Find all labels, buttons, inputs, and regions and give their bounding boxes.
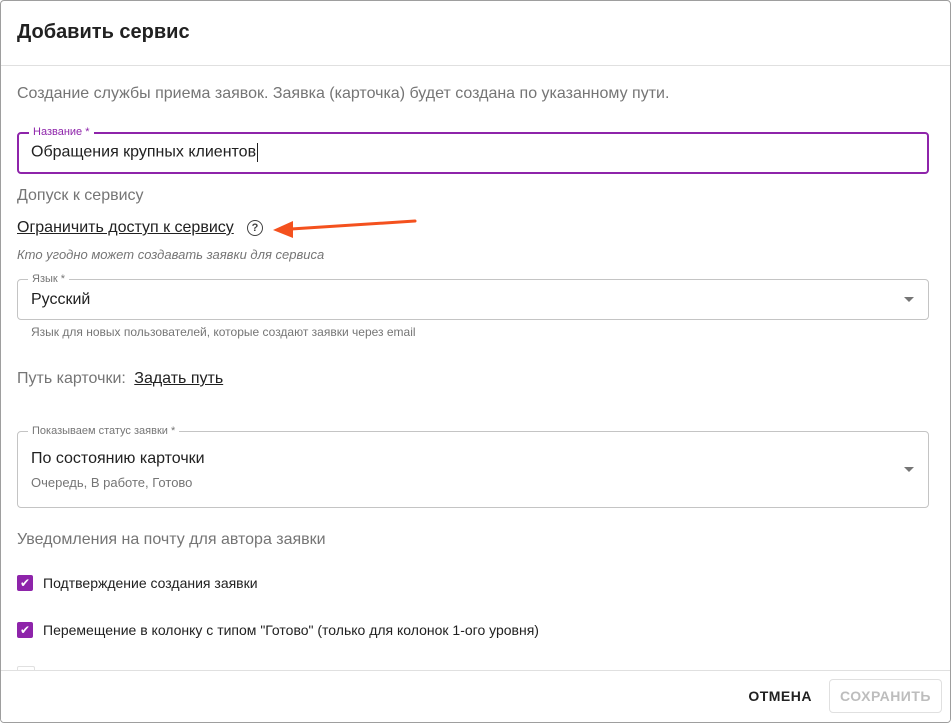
dialog-description: Создание службы приема заявок. Заявка (к… bbox=[17, 85, 670, 102]
language-select[interactable]: Язык * Русский bbox=[17, 272, 929, 320]
dialog-footer: ОТМЕНА СОХРАНИТЬ bbox=[1, 670, 950, 722]
add-service-dialog: Добавить сервис Создание службы приема з… bbox=[0, 0, 951, 723]
status-display-label: Показываем статус заявки * bbox=[28, 424, 180, 438]
annotation-arrow-icon bbox=[273, 219, 417, 238]
text-cursor bbox=[257, 143, 259, 162]
checkbox-checked[interactable]: ✔ bbox=[17, 622, 33, 638]
dialog-header: Добавить сервис bbox=[1, 1, 950, 66]
notifications-section-label: Уведомления на почту для автора заявки bbox=[17, 531, 326, 548]
set-path-link[interactable]: Задать путь bbox=[134, 370, 223, 387]
restrict-access-link[interactable]: Ограничить доступ к сервису bbox=[17, 219, 234, 236]
save-button[interactable]: СОХРАНИТЬ bbox=[829, 679, 942, 713]
notification-label: Подтверждение создания заявки bbox=[43, 575, 258, 591]
dialog-title: Добавить сервис bbox=[17, 21, 190, 43]
dialog-content: Создание службы приема заявок. Заявка (к… bbox=[1, 66, 950, 671]
language-label: Язык * bbox=[28, 272, 70, 286]
service-name-value: Обращения крупных клиентов bbox=[31, 143, 257, 161]
status-display-select[interactable]: Показываем статус заявки * По состоянию … bbox=[17, 424, 929, 508]
status-display-subtext: Очередь, В работе, Готово bbox=[31, 475, 193, 490]
status-display-value: По состоянию карточки bbox=[31, 450, 205, 467]
notification-label: Перемещение в колонку с типом "Готово" (… bbox=[43, 622, 539, 638]
checkbox-checked[interactable]: ✔ bbox=[17, 575, 33, 591]
service-name-label: Название * bbox=[29, 125, 94, 139]
access-section-label: Допуск к сервису bbox=[17, 187, 144, 204]
language-helper-text: Язык для новых пользователей, которые со… bbox=[31, 325, 416, 339]
cancel-button[interactable]: ОТМЕНА bbox=[748, 688, 812, 704]
language-value: Русский bbox=[31, 291, 91, 308]
service-name-field[interactable]: Название * Обращения крупных клиентов bbox=[17, 125, 929, 174]
notification-item[interactable]: ✔ Перемещение в колонку с типом "Готово"… bbox=[17, 620, 539, 640]
notification-item[interactable]: ✔ Подтверждение создания заявки bbox=[17, 573, 258, 593]
access-hint: Кто угодно может создавать заявки для се… bbox=[17, 247, 325, 262]
card-path-label: Путь карточки: bbox=[17, 370, 126, 387]
question-circle-icon[interactable]: ? bbox=[247, 220, 263, 236]
chevron-down-icon bbox=[904, 297, 914, 302]
chevron-down-icon bbox=[904, 467, 914, 472]
